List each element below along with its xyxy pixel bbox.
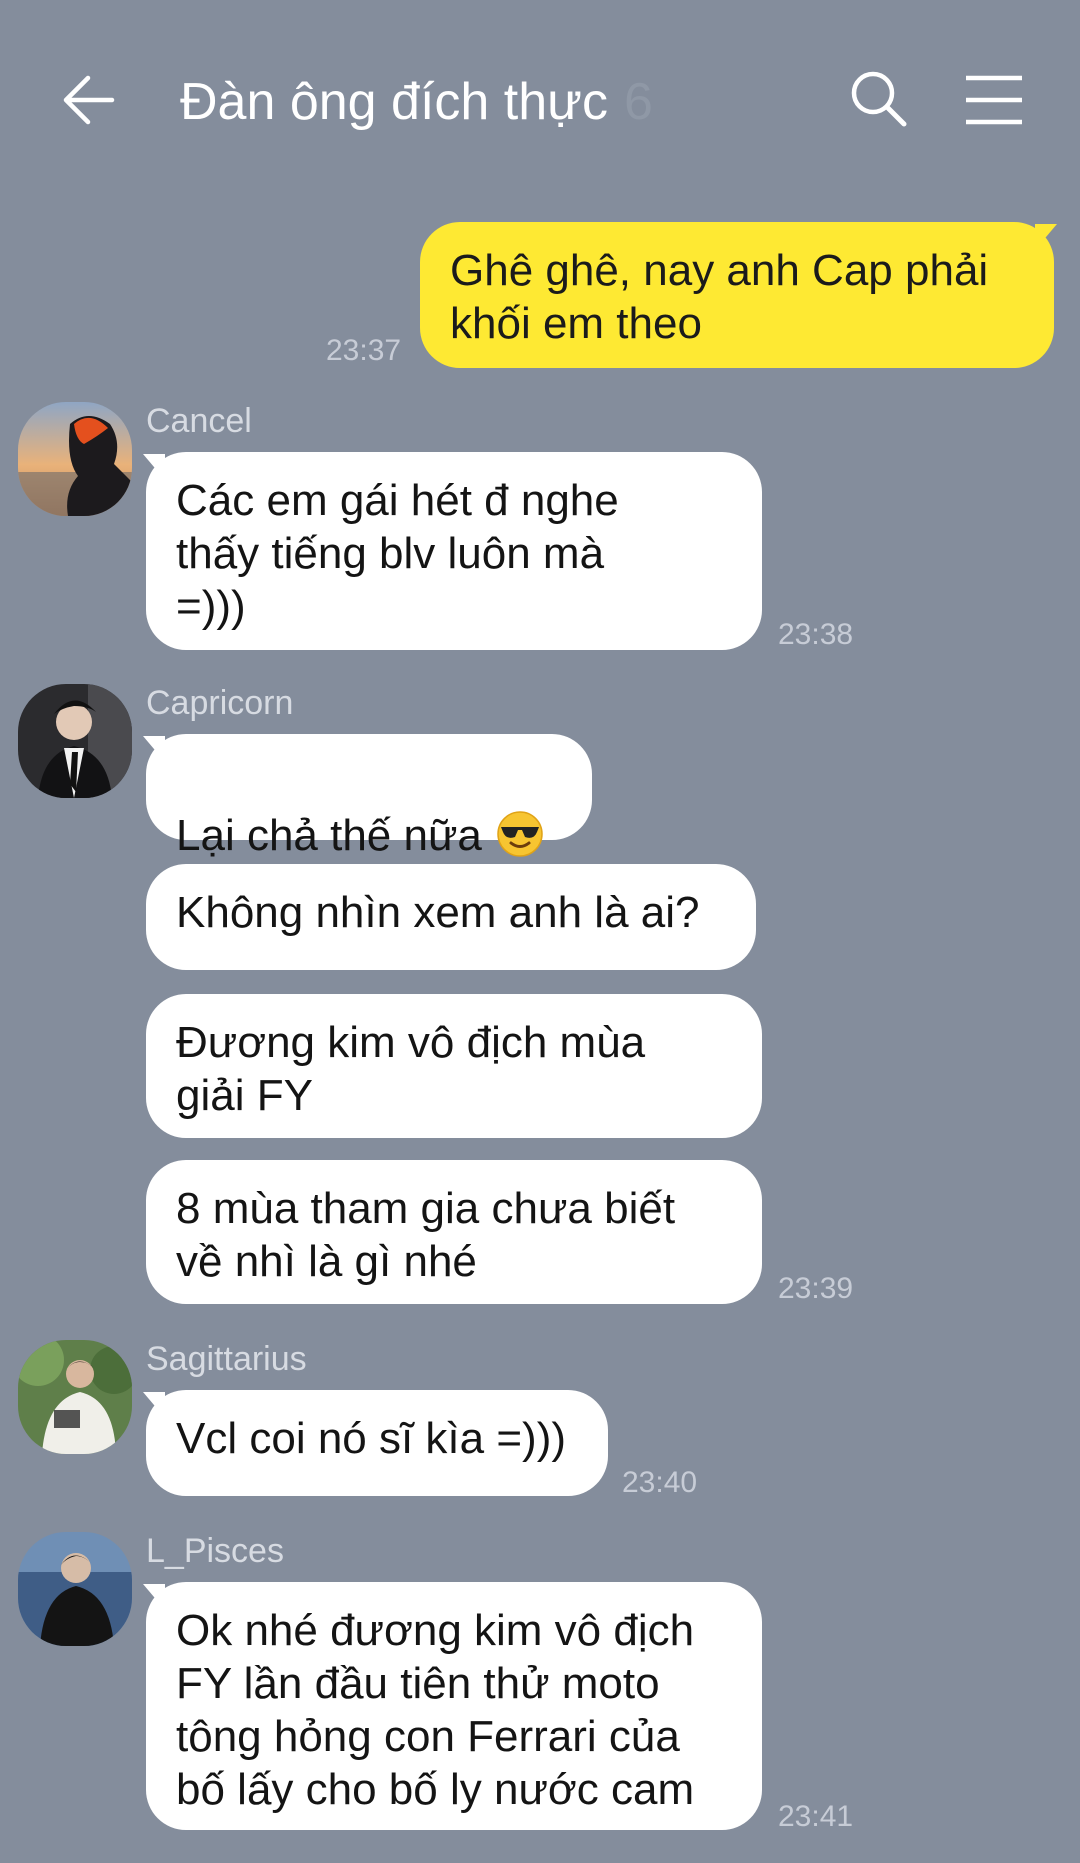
avatar-image: [18, 1340, 132, 1454]
avatar-l-pisces[interactable]: [18, 1532, 132, 1646]
message-text: Lại chả thế nữa: [176, 811, 482, 860]
message-time: 23:38: [778, 618, 854, 651]
incoming-message-bubble[interactable]: Không nhìn xem anh là ai?: [146, 864, 756, 970]
sender-name: L_Pisces: [146, 1532, 284, 1570]
search-icon: [851, 71, 907, 127]
message-time: 23:40: [622, 1466, 698, 1499]
avatar-image: [18, 402, 132, 516]
message-time: 23:39: [778, 1272, 854, 1305]
sender-name: Sagittarius: [146, 1340, 307, 1378]
incoming-message-bubble[interactable]: Ok nhé đương kim vô địch FY lần đầu tiên…: [146, 1582, 762, 1830]
incoming-message-bubble[interactable]: Các em gái hét đ nghe thấy tiếng blv luô…: [146, 452, 762, 650]
avatar-cancel[interactable]: [18, 402, 132, 516]
avatar-image: [18, 1532, 132, 1646]
incoming-message-bubble[interactable]: 8 mùa tham gia chưa biết về nhì là gì nh…: [146, 1160, 762, 1304]
sender-name: Cancel: [146, 402, 252, 440]
outgoing-message-bubble[interactable]: Ghê ghê, nay anh Cap phải khối em theo: [420, 222, 1054, 368]
chat-title[interactable]: Đàn ông đích thực 6: [180, 70, 653, 134]
search-button[interactable]: [846, 66, 910, 130]
group-name: Đàn ông đích thực: [180, 73, 608, 131]
chat-header: Đàn ông đích thực 6: [0, 0, 1080, 200]
menu-button[interactable]: [962, 72, 1026, 128]
avatar-image: [18, 684, 132, 798]
avatar-capricorn[interactable]: [18, 684, 132, 798]
back-button[interactable]: [58, 70, 118, 130]
hamburger-menu-icon: [966, 75, 1022, 125]
message-time: 23:37: [326, 334, 402, 367]
sunglasses-emoji-icon: [497, 811, 543, 857]
avatar-sagittarius[interactable]: [18, 1340, 132, 1454]
arrow-left-icon: [63, 75, 115, 125]
member-count: 6: [623, 73, 653, 131]
sender-name: Capricorn: [146, 684, 294, 722]
incoming-message-bubble[interactable]: Lại chả thế nữa: [146, 734, 592, 860]
message-time: 23:41: [778, 1800, 854, 1833]
incoming-message-bubble[interactable]: Đương kim vô địch mùa giải FY: [146, 994, 762, 1138]
incoming-message-bubble[interactable]: Vcl coi nó sĩ kìa =))): [146, 1390, 608, 1496]
